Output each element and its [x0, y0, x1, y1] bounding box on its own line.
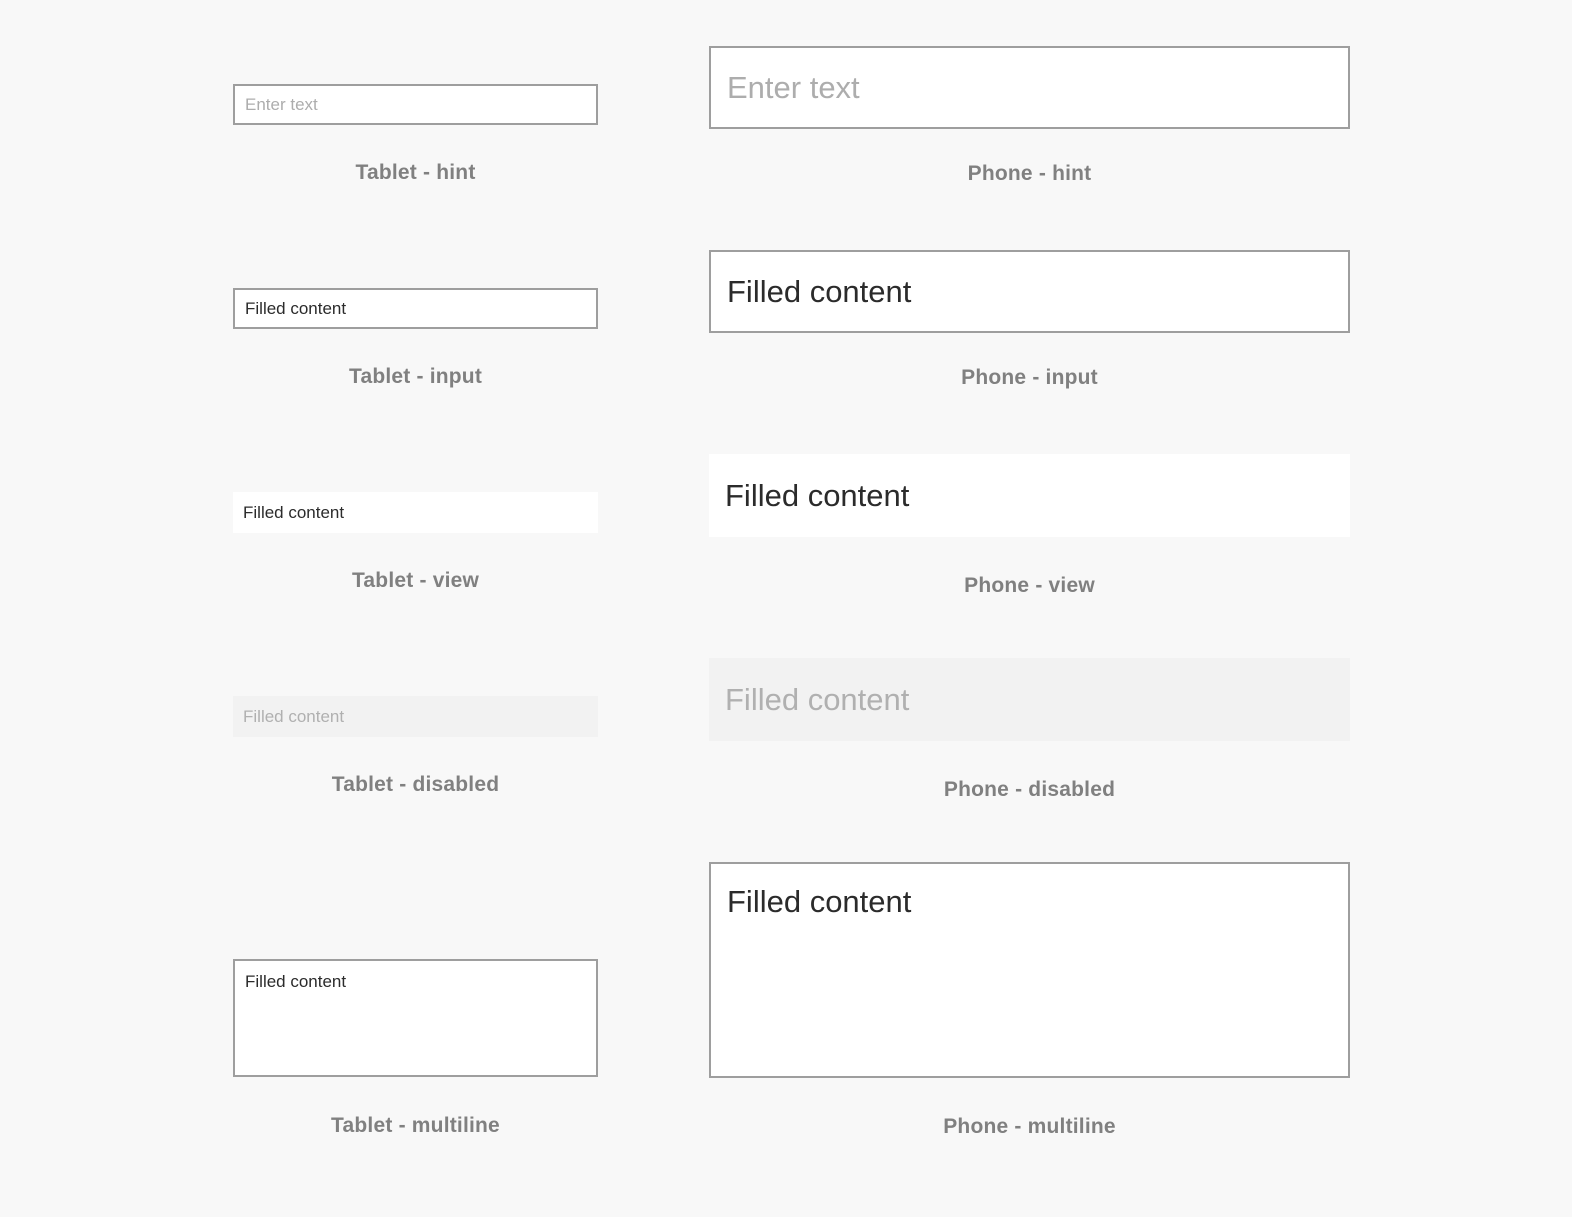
tablet-caption-multiline: Tablet - multiline [331, 1114, 500, 1137]
tablet-textfield-input-text: Filled content [245, 298, 347, 318]
phone-textfield-hint-text: Enter text [727, 69, 860, 105]
tablet-spec-input: Filled content Tablet - input [233, 288, 598, 389]
tablet-spec-view: Filled content Tablet - view [233, 492, 598, 593]
phone-spec-view: Filled content Phone - view [709, 454, 1350, 598]
phone-spec-multiline: Filled content Phone - multiline [709, 862, 1350, 1139]
phone-caption-view: Phone - view [964, 574, 1095, 597]
phone-textfield-view-text: Filled content [725, 477, 910, 513]
phone-textfield-disabled-text: Filled content [725, 681, 910, 717]
phone-caption-multiline: Phone - multiline [943, 1115, 1116, 1138]
tablet-textfield-input[interactable]: Filled content [233, 288, 598, 329]
tablet-spec-disabled: Filled content Tablet - disabled [233, 696, 598, 797]
tablet-textfield-hint[interactable]: Enter text [233, 84, 598, 125]
phone-caption-input: Phone - input [961, 366, 1098, 389]
phone-spec-disabled: Filled content Phone - disabled [709, 658, 1350, 802]
phone-textfield-input[interactable]: Filled content [709, 250, 1350, 333]
phone-spec-input: Filled content Phone - input [709, 250, 1350, 390]
phone-caption-disabled: Phone - disabled [943, 778, 1116, 801]
tablet-textfield-disabled-text: Filled content [243, 706, 345, 726]
tablet-textfield-view: Filled content [233, 492, 598, 533]
tablet-textfield-multiline[interactable]: Filled content [233, 959, 598, 1077]
tablet-spec-hint: Enter text Tablet - hint [233, 84, 598, 185]
tablet-textfield-multiline-text: Filled content [245, 972, 347, 991]
phone-caption-hint: Phone - hint [967, 162, 1092, 185]
textfield-spec-board: Enter text Tablet - hint Filled content … [0, 0, 1572, 1217]
phone-textfield-view: Filled content [709, 454, 1350, 537]
tablet-spec-multiline: Filled content Tablet - multiline [233, 959, 598, 1138]
phone-textfield-input-text: Filled content [727, 273, 912, 309]
phone-textfield-multiline[interactable]: Filled content [709, 862, 1350, 1078]
phone-textfield-disabled: Filled content [709, 658, 1350, 741]
phone-spec-hint: Enter text Phone - hint [709, 46, 1350, 186]
tablet-textfield-hint-text: Enter text [245, 94, 318, 114]
tablet-caption-disabled: Tablet - disabled [331, 773, 500, 796]
tablet-caption-hint: Tablet - hint [355, 161, 476, 184]
phone-textfield-multiline-text: Filled content [727, 884, 912, 919]
tablet-textfield-disabled: Filled content [233, 696, 598, 737]
tablet-caption-view: Tablet - view [351, 569, 480, 592]
tablet-textfield-view-text: Filled content [243, 502, 345, 522]
phone-textfield-hint[interactable]: Enter text [709, 46, 1350, 129]
tablet-caption-input: Tablet - input [348, 365, 483, 388]
